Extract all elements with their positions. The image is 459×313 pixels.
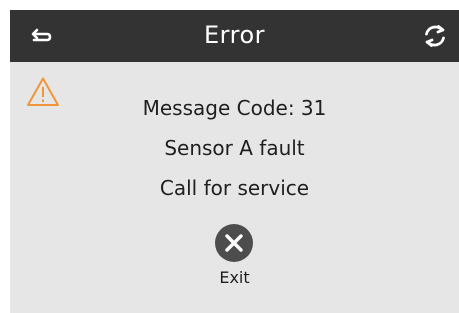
back-button[interactable] — [24, 19, 58, 53]
message-code: Message Code: 31 — [142, 96, 327, 120]
refresh-icon — [425, 25, 445, 47]
error-screen: Error Message Code: 31 Sensor A fault Ca… — [10, 10, 459, 313]
page-title: Error — [204, 21, 265, 49]
exit-button[interactable] — [213, 222, 255, 264]
return-arrow-icon — [31, 28, 52, 42]
exit-label: Exit — [219, 268, 250, 287]
header-bar: Error — [10, 10, 459, 62]
refresh-button[interactable] — [418, 19, 452, 53]
fault-description: Sensor A fault — [164, 136, 305, 160]
service-instruction: Call for service — [159, 176, 310, 200]
